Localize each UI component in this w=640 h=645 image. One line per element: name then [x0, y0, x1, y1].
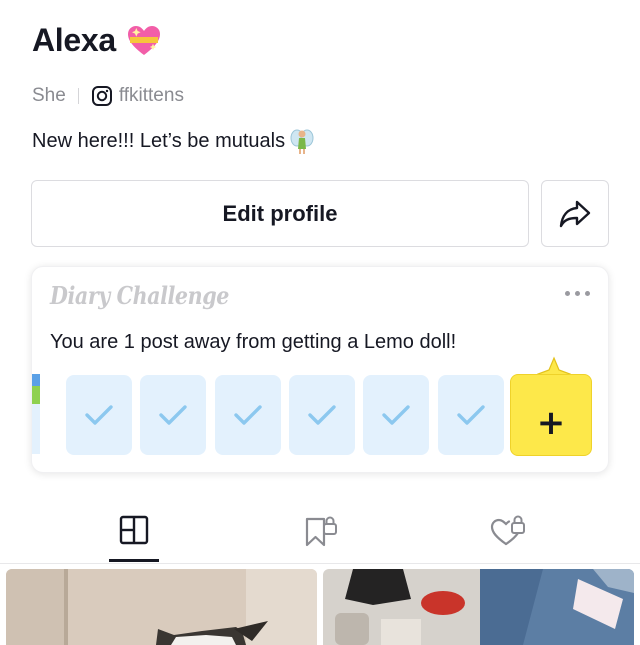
tab-videos-grid[interactable]	[108, 510, 160, 550]
divider	[77, 88, 79, 104]
checkmark-icon	[308, 405, 336, 425]
diary-progress-slots: +	[32, 356, 608, 456]
profile-header: Alexa	[32, 22, 162, 59]
checkmark-icon	[159, 405, 187, 425]
tab-liked[interactable]	[482, 510, 534, 550]
diary-challenge-logo: Diary Challenge	[50, 281, 229, 310]
diary-day-completed-slot	[215, 375, 281, 455]
previous-card-edge	[32, 374, 40, 454]
photo-collage-thumbnail	[323, 569, 634, 645]
video-thumbnail[interactable]	[323, 569, 634, 645]
heart-lock-icon	[490, 515, 525, 546]
cat-photo-thumbnail	[6, 569, 317, 645]
bio-text: New here!!! Let’s be mutuals	[32, 129, 286, 152]
pronouns: She	[32, 85, 66, 106]
checkmark-icon	[457, 405, 485, 425]
checkmark-icon	[85, 405, 113, 425]
diary-day-completed-slot	[140, 375, 206, 455]
instagram-icon[interactable]	[91, 85, 113, 107]
add-diary-post-button[interactable]: +	[510, 374, 592, 456]
more-dots-icon[interactable]	[565, 291, 590, 296]
diary-day-completed-slot	[363, 375, 429, 455]
tab-saved[interactable]	[294, 510, 346, 550]
share-arrow-icon	[559, 200, 591, 227]
profile-meta: She ffkittens	[32, 85, 184, 107]
edit-profile-label: Edit profile	[222, 200, 338, 226]
edit-profile-button[interactable]: Edit profile	[31, 180, 529, 247]
profile-tabs	[0, 500, 640, 564]
active-tab-indicator	[109, 559, 159, 562]
diary-day-completed-slot	[289, 375, 355, 455]
fairy-icon	[290, 129, 314, 154]
grid-icon	[119, 515, 149, 545]
video-thumbnail[interactable]	[6, 569, 317, 645]
diary-challenge-card[interactable]: Diary Challenge You are 1 post away from…	[31, 266, 609, 473]
bookmark-lock-icon	[305, 516, 337, 547]
plus-icon: +	[536, 403, 566, 443]
checkmark-icon	[234, 405, 262, 425]
diary-day-completed-slot	[66, 375, 132, 455]
diary-challenge-message: You are 1 post away from getting a Lemo …	[50, 331, 457, 353]
checkmark-icon	[382, 405, 410, 425]
profile-bio: New here!!! Let’s be mutuals	[32, 127, 315, 155]
instagram-handle[interactable]: ffkittens	[119, 85, 184, 107]
share-profile-button[interactable]	[541, 180, 609, 247]
sparkle-heart-icon	[127, 25, 160, 55]
profile-name: Alexa	[32, 22, 116, 58]
diary-day-completed-slot	[438, 375, 504, 455]
